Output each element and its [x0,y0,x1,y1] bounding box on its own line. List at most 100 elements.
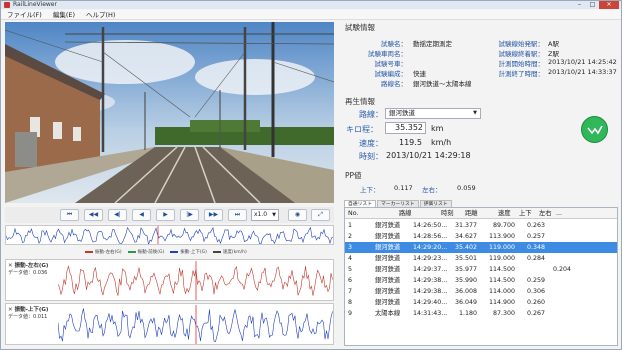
table-cell: 89.700 [492,222,515,229]
table-cell: 8 [348,299,353,306]
table-row[interactable]: 8 銀河鉄道 14:29:40... 36.049 114.900 0.260 [345,297,617,308]
skip-to-start-button[interactable]: ⏮ [60,209,79,221]
formation: 試験編成： 快速 [374,70,427,78]
maximize-button[interactable]: □ [586,1,599,9]
video-player[interactable] [5,22,334,203]
measure-start-time: 計測開始時間： 2013/10/21 14:25:42 [498,58,617,68]
play-button[interactable]: ▶ [156,209,175,221]
chevron-down-icon: ▼ [272,212,276,218]
lr-vibration-plot [58,261,333,300]
step-back-button[interactable]: ◀| [108,209,127,221]
speed-select[interactable]: x1.0 ▼ [251,209,279,221]
data-table[interactable]: No. 路線 時刻 距離 速度 上下 左右 ... 1 銀河鉄道 14:26:50.… [344,207,618,346]
legend-item-fb: 振動-前後(G) [127,249,164,257]
table-cell: 銀河鉄道 [375,277,401,284]
speed-value: x1.0 [254,211,268,218]
route-name: 路線名： 銀河鉄道～太陽本線 [381,80,472,88]
menu-file[interactable]: ファイル(F) [1,10,47,19]
data-value-label: データ値：0.011 [8,314,48,320]
table-header: No. 路線 時刻 距離 速度 上下 左右 ... [345,208,617,219]
fast-forward-button[interactable]: ▶▶ [204,209,223,221]
table-cell: 0.306 [526,288,545,295]
overview-waveform[interactable] [5,225,334,245]
close-button[interactable]: ✕ [599,1,619,9]
table-row[interactable]: 3 銀河鉄道 14:29:20... 35.402 119.000 0.348 [345,242,617,253]
start-station: 試験線始発駅： A駅 [498,40,559,48]
overview-plot [6,226,333,244]
table-cell: 2 [348,233,353,240]
time-label: 時刻： [359,152,383,161]
section-title-test-info: 試験情報 [345,23,375,32]
speed-label: 速度： [359,139,383,148]
legend-item-lr: 振動-左右(G) [85,249,122,257]
table-cell: 1 [348,222,353,229]
table-row[interactable]: 7 銀河鉄道 14:29:38... 36.008 114.000 0.306 [345,286,617,297]
table-cell: 35.977 [454,266,477,273]
route-value: 銀河鉄道 [389,109,415,117]
chart-panel-ud[interactable]: ✕ 振動-上下(G) データ値：0.011 [5,303,334,345]
window-title: RailLineViewer [13,1,57,8]
table-cell: 14:29:23... [413,255,448,262]
table-row[interactable]: 4 銀河鉄道 14:29:23... 35.501 119.000 0.284 [345,253,617,264]
table-cell: 0.348 [526,244,545,251]
skip-to-end-button[interactable]: ⏭ [228,209,247,221]
camera-icon[interactable]: ◉ [288,209,307,221]
chart-title: ✕ 振動-左右(G) [8,263,49,269]
table-row[interactable]: 6 銀河鉄道 14:29:38... 35.990 114.500 0.259 [345,275,617,286]
table-cell: 0.257 [526,233,545,240]
chevron-down-icon: ▼ [473,110,477,116]
menu-edit[interactable]: 編集(E) [47,10,80,19]
fullscreen-icon[interactable]: ⤢ [311,209,330,221]
table-row[interactable]: 1 銀河鉄道 14:26:50... 31.377 89.700 0.263 [345,220,617,231]
table-cell: 14:29:38... [413,277,448,284]
table-cell: 114.900 [488,299,515,306]
table-row[interactable]: 5 銀河鉄道 14:29:37... 35.977 114.500 0.204 [345,264,617,275]
table-cell: 0.267 [526,310,545,317]
table-cell: 119.000 [488,255,515,262]
table-cell: 銀河鉄道 [375,288,401,295]
table-cell: 9 [348,310,353,317]
menu-help[interactable]: ヘルプ(H) [80,10,120,19]
speed-unit: km/h [431,138,452,147]
table-row[interactable]: 2 銀河鉄道 14:28:56... 34.627 113.900 0.257 [345,231,617,242]
table-cell: 36.049 [454,299,477,306]
table-cell: 14:29:20... [413,244,448,251]
status-indicator [581,116,608,143]
reverse-play-button[interactable]: ◀ [132,209,151,221]
end-station: 試験線終着駅： Z駅 [498,50,559,58]
table-cell: 114.000 [488,288,515,295]
video-frame-image [5,22,334,203]
table-cell: 0.263 [526,222,545,229]
table-cell: 1.180 [458,310,477,317]
minimize-button[interactable]: – [573,1,586,9]
table-cell: 36.008 [454,288,477,295]
vehicle-name: 試験車両名： [368,50,407,58]
ud-vibration-plot [58,305,333,344]
table-cell: 太陽本線 [375,310,401,317]
step-forward-button[interactable]: |▶ [180,209,199,221]
legend-item-ud: 振動-上下(G) [170,249,207,257]
car-number: 試験号車： [374,60,408,68]
table-cell: 113.900 [488,233,515,240]
table-cell: 銀河鉄道 [375,244,401,251]
table-cell: 4 [348,255,353,262]
lr-series [58,265,333,296]
time-value: 2013/10/21 14:29:18 [386,151,471,160]
rewind-button[interactable]: ◀◀ [84,209,103,221]
overview-legend: 振動-左右(G) 振動-前後(G) 振動-上下(G) 速度(km/h) [85,249,247,257]
table-cell: 87.300 [492,310,515,317]
km-label: キロ程： [346,125,378,134]
table-row[interactable]: 9 太陽本線 14:31:43... 1.180 87.300 0.267 [345,308,617,319]
app-icon [4,2,10,8]
menu-bar: ファイル(F) 編集(E) ヘルプ(H) [1,10,621,20]
table-cell: 34.627 [454,233,477,240]
km-input[interactable]: 35.352 [385,122,426,134]
table-cell: 7 [348,288,353,295]
table-cell: 0.284 [526,255,545,262]
measure-end-time: 計測終了時間： 2013/10/21 14:33:37 [498,68,617,78]
playback-controls: ⏮ ◀◀ ◀| ◀ ▶ |▶ ▶▶ ⏭ x1.0 ▼ ◉ ⤢ [5,207,334,223]
chart-panel-lr[interactable]: ✕ 振動-左右(G) データ値：0.036 [5,259,334,301]
table-cell: 14:26:50... [413,222,448,229]
ud-series [58,308,333,343]
route-select[interactable]: 銀河鉄道 ▼ [385,108,481,119]
